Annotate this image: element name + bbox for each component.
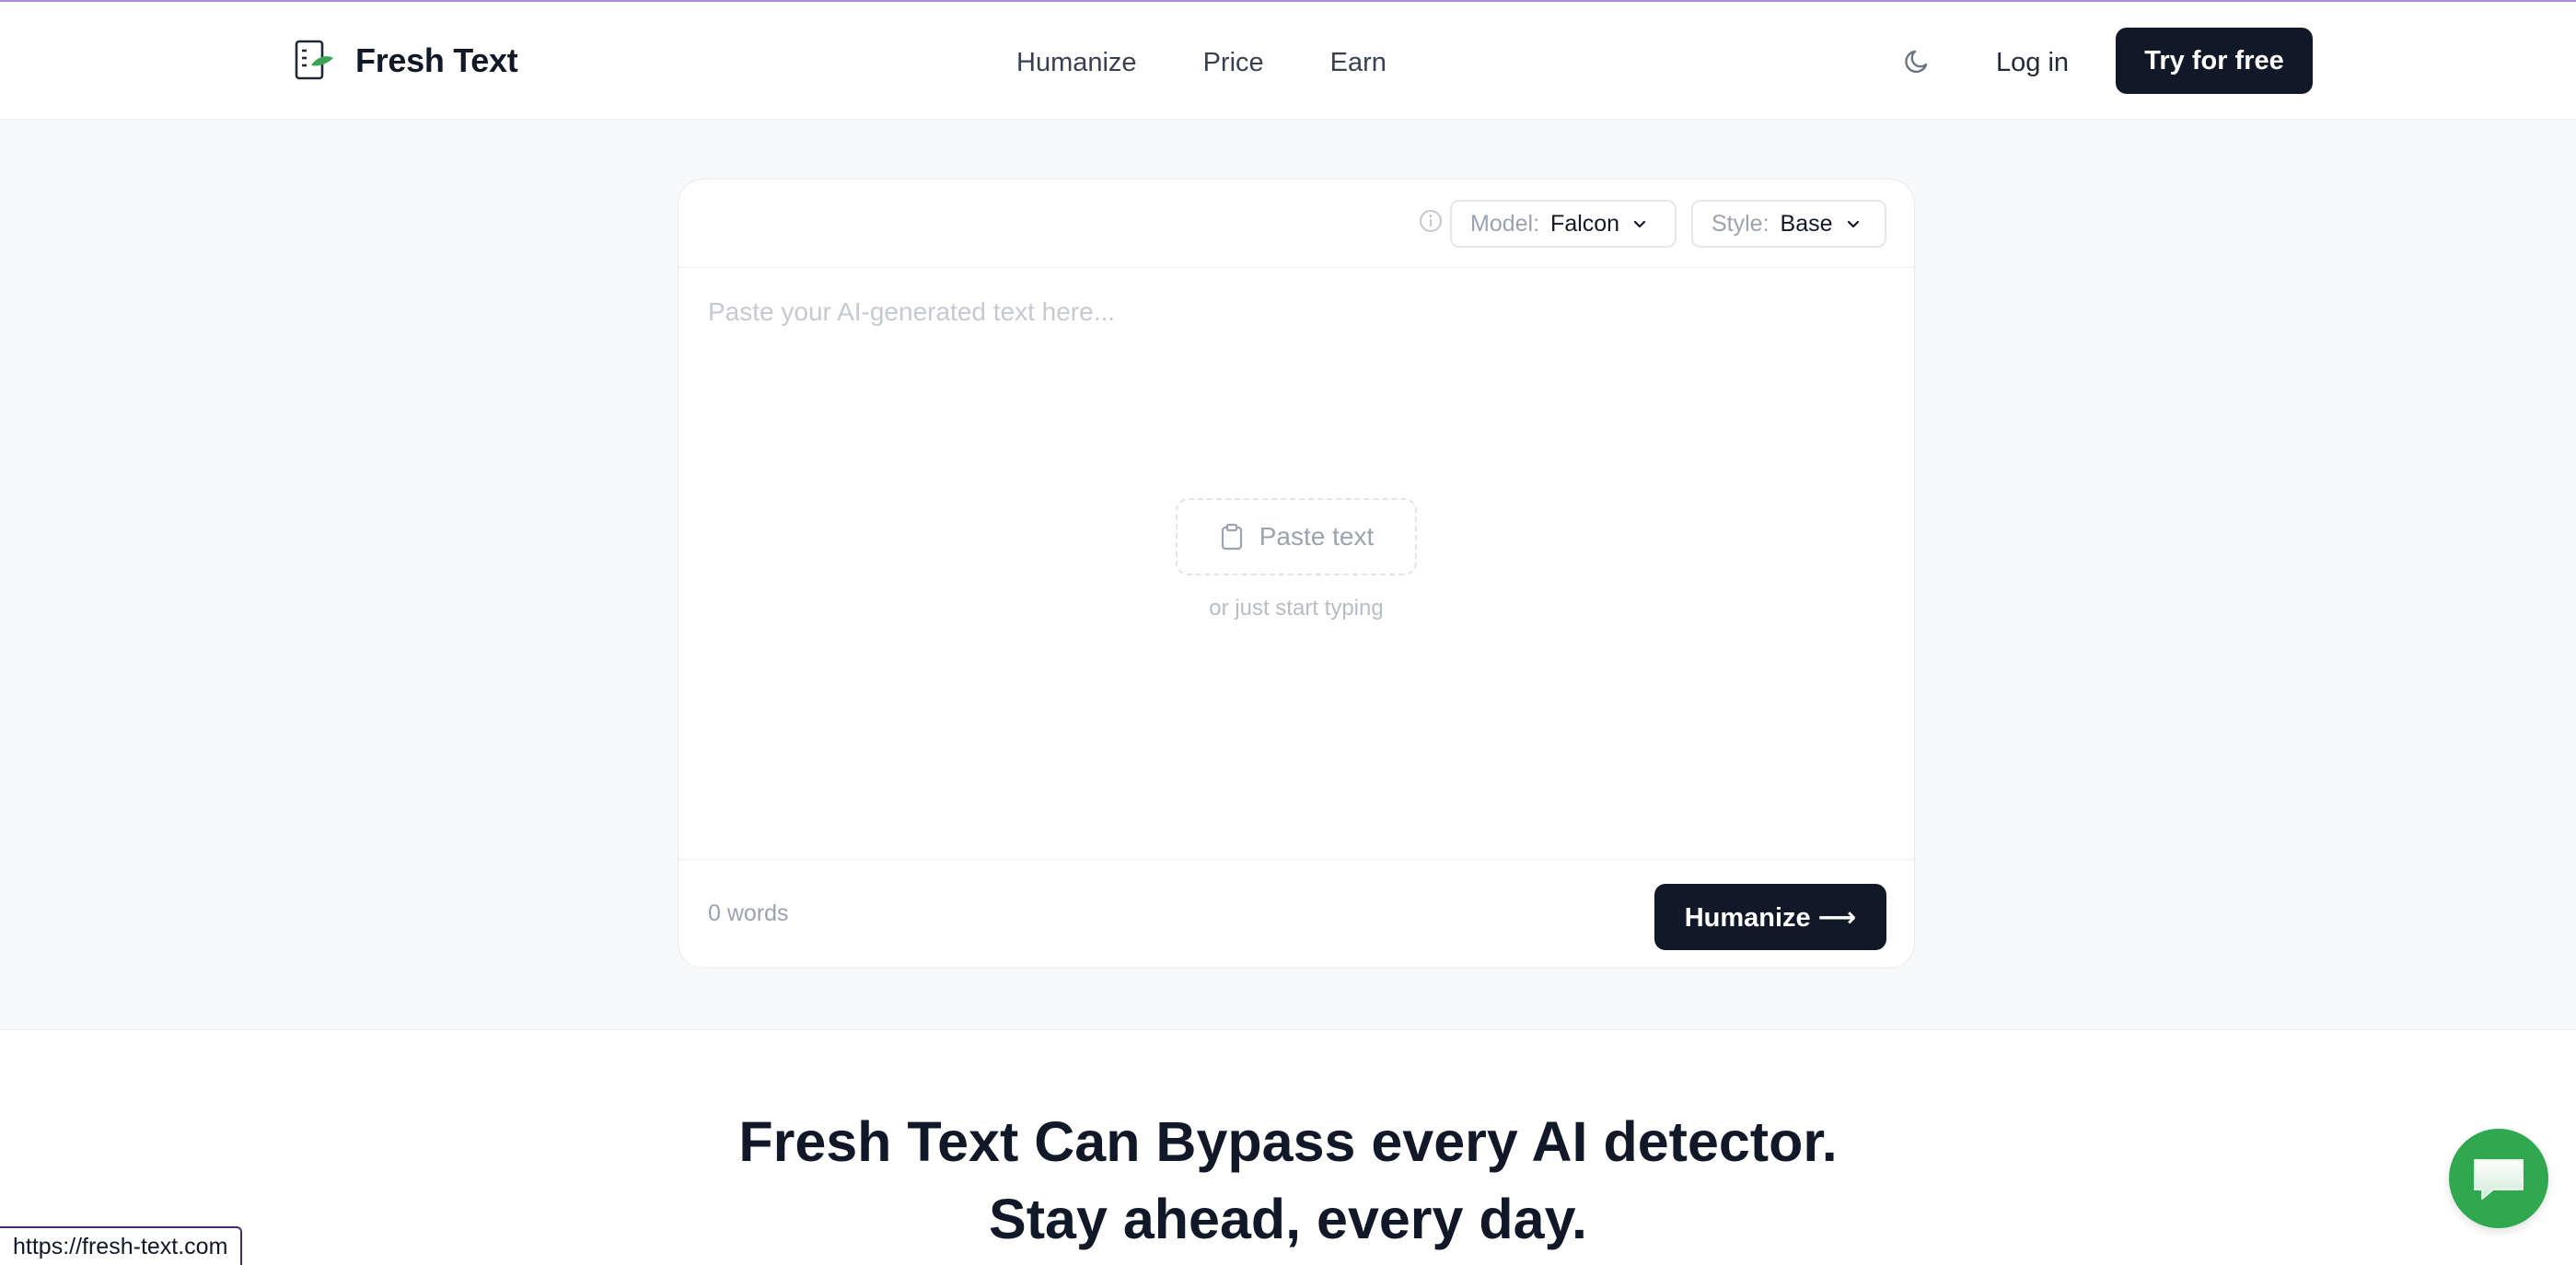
style-label: Style:: [1712, 210, 1770, 237]
try-for-free-button[interactable]: Try for free: [2116, 28, 2313, 94]
chevron-down-icon: [1633, 220, 1646, 228]
nav-earn[interactable]: Earn: [1330, 39, 1387, 87]
model-label: Model:: [1470, 210, 1540, 237]
word-count: 0 words: [708, 900, 789, 926]
hero-heading-line-1: Fresh Text Can Bypass every AI detector.: [738, 1110, 1838, 1173]
editor-footer: 0 words Humanize ⟶: [679, 859, 1914, 969]
login-link[interactable]: Log in: [1996, 39, 2069, 87]
nav-humanize[interactable]: Humanize: [1016, 39, 1137, 87]
chat-icon: [2474, 1159, 2524, 1200]
hero-heading-line-2: Stay ahead, every day.: [989, 1188, 1587, 1250]
text-input[interactable]: Paste your AI-generated text here...: [708, 297, 1115, 327]
brand-name: Fresh Text: [355, 41, 518, 79]
logo-icon: [295, 40, 333, 80]
moon-icon[interactable]: [1902, 44, 1935, 77]
nav-price[interactable]: Price: [1203, 39, 1264, 87]
clipboard-icon: [1221, 523, 1242, 551]
chevron-down-icon: [1847, 220, 1859, 228]
main-nav: Humanize Price Earn: [1016, 39, 1387, 87]
paste-text-label: Paste text: [1259, 522, 1375, 551]
model-select[interactable]: Model: Falcon: [1450, 200, 1677, 248]
site-header: Fresh Text Humanize Price Earn Log in Tr…: [0, 2, 2576, 120]
style-value: Base: [1780, 210, 1833, 237]
chat-widget-button[interactable]: [2449, 1129, 2548, 1228]
editor-toolbar: Model: Falcon Style: Base: [679, 180, 1914, 268]
humanize-button[interactable]: Humanize ⟶: [1654, 884, 1886, 950]
typing-hint: or just start typing: [1209, 596, 1384, 621]
brand[interactable]: Fresh Text: [291, 37, 518, 85]
info-icon[interactable]: [1417, 207, 1445, 235]
paste-text-button[interactable]: Paste text: [1176, 498, 1417, 575]
humanizer-editor: Model: Falcon Style: Base Paste your AI-…: [678, 179, 1915, 969]
style-select[interactable]: Style: Base: [1691, 200, 1886, 248]
status-url: https://fresh-text.com: [0, 1226, 243, 1265]
model-value: Falcon: [1550, 210, 1620, 237]
